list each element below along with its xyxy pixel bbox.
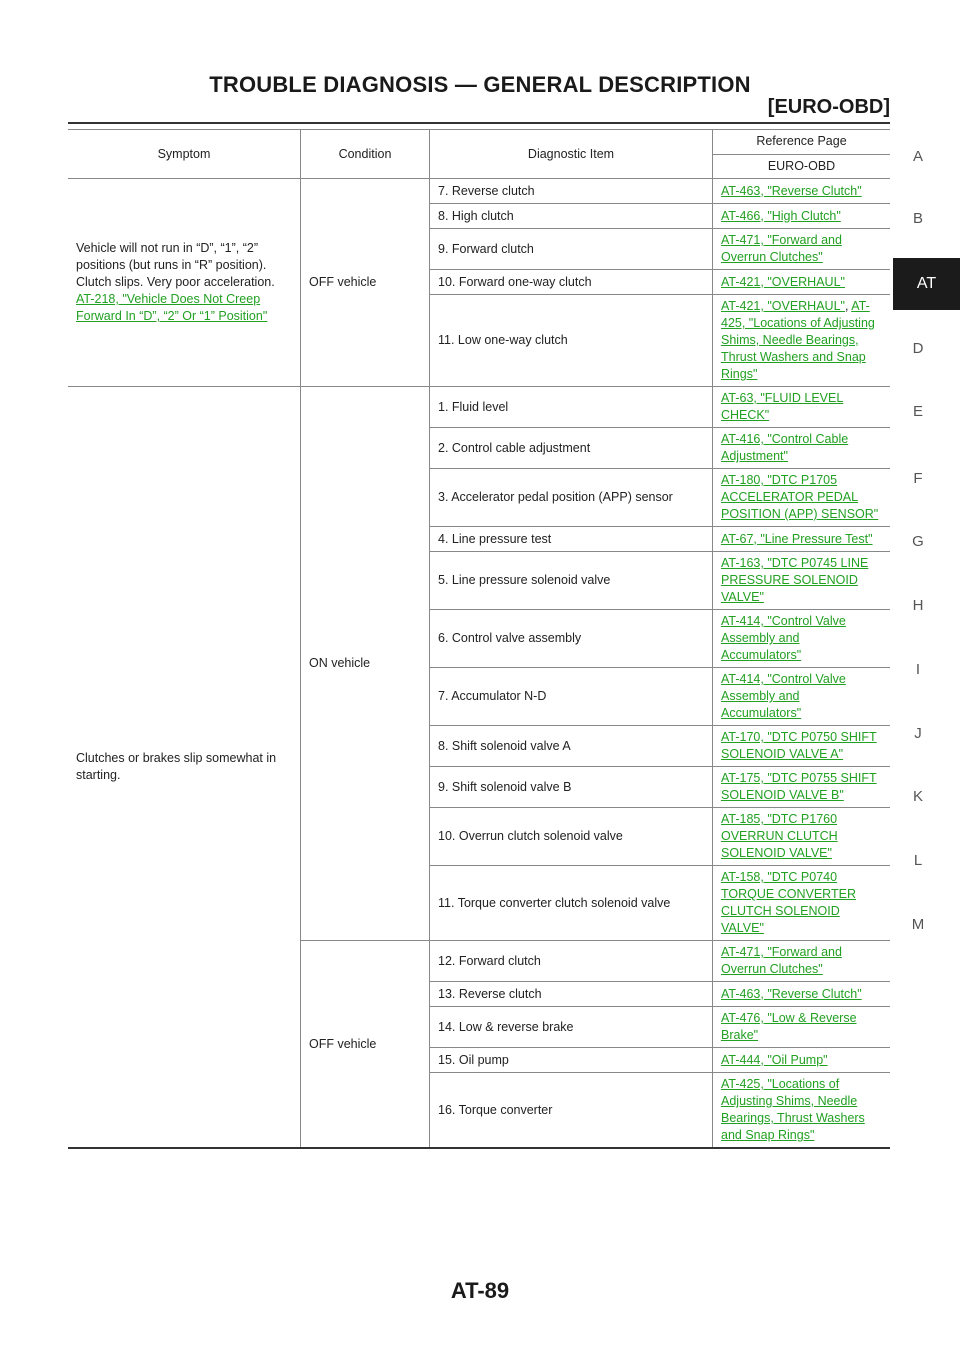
reference-link[interactable]: AT-163, "DTC P0745 LINE PRESSURE SOLENOI… [721, 556, 868, 604]
sidebar-item-b[interactable]: B [893, 210, 943, 227]
reference-cell: AT-180, "DTC P1705 ACCELERATOR PEDAL POS… [712, 468, 890, 527]
header-diagnostic-item: Diagnostic Item [429, 129, 713, 179]
diagnostic-item: 11. Torque converter clutch solenoid val… [429, 865, 713, 941]
reference-link[interactable]: AT-175, "DTC P0755 SHIFT SOLENOID VALVE … [721, 771, 877, 802]
sidebar-item-k[interactable]: K [893, 788, 943, 805]
reference-link[interactable]: AT-463, "Reverse Clutch" [721, 184, 862, 198]
reference-cell: AT-163, "DTC P0745 LINE PRESSURE SOLENOI… [712, 551, 890, 610]
reference-link[interactable]: AT-414, "Control Valve Assembly and Accu… [721, 672, 846, 720]
reference-link[interactable]: AT-466, "High Clutch" [721, 209, 841, 223]
section-index-sidebar: A B AT D E F G H I J K L M [893, 0, 960, 1358]
reference-cell: AT-416, "Control Cable Adjustment" [712, 427, 890, 469]
symptom-cell: Vehicle will not run in “D”, “1”, “2” po… [68, 178, 301, 387]
reference-cell: AT-414, "Control Valve Assembly and Accu… [712, 609, 890, 668]
reference-cell: AT-471, "Forward and Overrun Clutches" [712, 228, 890, 270]
reference-link[interactable]: AT-421, "OVERHAUL" [721, 299, 845, 313]
sidebar-item-m[interactable]: M [893, 916, 943, 933]
diagnostic-item: 10. Forward one-way clutch [429, 269, 713, 295]
sidebar-item-d[interactable]: D [893, 340, 943, 357]
reference-cell: AT-170, "DTC P0750 SHIFT SOLENOID VALVE … [712, 725, 890, 767]
sidebar-item-j[interactable]: J [893, 725, 943, 742]
condition-cell: ON vehicle [300, 386, 430, 941]
reference-cell: AT-158, "DTC P0740 TORQUE CONVERTER CLUT… [712, 865, 890, 941]
diagnostic-item: 16. Torque converter [429, 1072, 713, 1149]
reference-cell: AT-444, "Oil Pump" [712, 1047, 890, 1073]
reference-cell: AT-463, "Reverse Clutch" [712, 981, 890, 1007]
diagnostic-item: 9. Shift solenoid valve B [429, 766, 713, 808]
reference-link[interactable]: AT-421, "OVERHAUL" [721, 275, 845, 289]
header-reference-page: Reference Page [712, 129, 890, 155]
diagnostic-item: 6. Control valve assembly [429, 609, 713, 668]
symptom-cell: Clutches or brakes slip somewhat in star… [68, 386, 301, 1149]
reference-link[interactable]: AT-476, "Low & Reverse Brake" [721, 1011, 857, 1042]
sidebar-item-g[interactable]: G [893, 533, 943, 550]
diagnostic-item: 2. Control cable adjustment [429, 427, 713, 469]
sidebar-item-e[interactable]: E [893, 403, 943, 420]
reference-link[interactable]: AT-471, "Forward and Overrun Clutches" [721, 945, 842, 976]
diagnostic-item: 9. Forward clutch [429, 228, 713, 270]
reference-link[interactable]: AT-180, "DTC P1705 ACCELERATOR PEDAL POS… [721, 473, 878, 521]
header-rule [68, 122, 890, 124]
reference-link[interactable]: AT-414, "Control Valve Assembly and Accu… [721, 614, 846, 662]
diagnostic-item: 8. Shift solenoid valve A [429, 725, 713, 767]
symptom-link[interactable]: AT-218, "Vehicle Does Not Creep Forward … [76, 292, 267, 323]
reference-link[interactable]: AT-158, "DTC P0740 TORQUE CONVERTER CLUT… [721, 870, 856, 935]
diagnostic-item: 1. Fluid level [429, 386, 713, 428]
reference-cell: AT-476, "Low & Reverse Brake" [712, 1006, 890, 1048]
reference-cell: AT-421, "OVERHAUL" [712, 269, 890, 295]
diagnostic-item: 13. Reverse clutch [429, 981, 713, 1007]
diagnostic-item: 14. Low & reverse brake [429, 1006, 713, 1048]
diagnostic-item: 7. Reverse clutch [429, 178, 713, 204]
reference-cell: AT-414, "Control Valve Assembly and Accu… [712, 667, 890, 726]
reference-cell: AT-175, "DTC P0755 SHIFT SOLENOID VALVE … [712, 766, 890, 808]
reference-cell: AT-185, "DTC P1760 OVERRUN CLUTCH SOLENO… [712, 807, 890, 866]
diagnostic-item: 8. High clutch [429, 203, 713, 229]
diagnostic-item: 5. Line pressure solenoid valve [429, 551, 713, 610]
diagnostic-item: 7. Accumulator N-D [429, 667, 713, 726]
reference-link[interactable]: AT-170, "DTC P0750 SHIFT SOLENOID VALVE … [721, 730, 877, 761]
condition-cell: OFF vehicle [300, 178, 430, 387]
sidebar-item-h[interactable]: H [893, 597, 943, 614]
reference-cell: AT-466, "High Clutch" [712, 203, 890, 229]
sidebar-item-i[interactable]: I [893, 661, 943, 678]
reference-link[interactable]: AT-444, "Oil Pump" [721, 1053, 828, 1067]
header-symptom: Symptom [68, 129, 301, 179]
diagnostic-item: 12. Forward clutch [429, 940, 713, 982]
reference-cell: AT-463, "Reverse Clutch" [712, 178, 890, 204]
diagnostic-item: 4. Line pressure test [429, 526, 713, 552]
symptom-text: Vehicle will not run in “D”, “1”, “2” po… [76, 241, 275, 289]
page-title: TROUBLE DIAGNOSIS — GENERAL DESCRIPTION [209, 72, 751, 97]
reference-link[interactable]: AT-185, "DTC P1760 OVERRUN CLUTCH SOLENO… [721, 812, 838, 860]
diagnostic-item: 3. Accelerator pedal position (APP) sens… [429, 468, 713, 527]
header-reference-euro-obd: EURO-OBD [712, 153, 890, 179]
sidebar-item-at-active[interactable]: AT [893, 258, 960, 310]
reference-link[interactable]: AT-416, "Control Cable Adjustment" [721, 432, 848, 463]
reference-link[interactable]: AT-425, "Locations of Adjusting Shims, N… [721, 1077, 865, 1142]
diagnostic-item: 11. Low one-way clutch [429, 294, 713, 387]
reference-link[interactable]: AT-471, "Forward and Overrun Clutches" [721, 233, 842, 264]
sidebar-item-a[interactable]: A [893, 148, 943, 165]
diagnostic-item: 10. Overrun clutch solenoid valve [429, 807, 713, 866]
reference-cell: AT-421, "OVERHAUL", AT-425, "Locations o… [712, 294, 890, 387]
reference-link[interactable]: AT-63, "FLUID LEVEL CHECK" [721, 391, 843, 422]
page-number: AT-89 [450, 1278, 510, 1303]
reference-link[interactable]: AT-463, "Reverse Clutch" [721, 987, 862, 1001]
reference-cell: AT-425, "Locations of Adjusting Shims, N… [712, 1072, 890, 1149]
reference-cell: AT-67, "Line Pressure Test" [712, 526, 890, 552]
reference-cell: AT-63, "FLUID LEVEL CHECK" [712, 386, 890, 428]
header-condition: Condition [300, 129, 430, 179]
diagnostic-item: 15. Oil pump [429, 1047, 713, 1073]
reference-link[interactable]: AT-67, "Line Pressure Test" [721, 532, 873, 546]
condition-cell: OFF vehicle [300, 940, 430, 1149]
sidebar-item-l[interactable]: L [893, 852, 943, 869]
diagnosis-table: Symptom Condition Diagnostic Item Refere… [68, 129, 890, 1149]
reference-cell: AT-471, "Forward and Overrun Clutches" [712, 940, 890, 982]
section-subtitle: [EURO-OBD] [767, 96, 890, 118]
sidebar-item-f[interactable]: F [893, 470, 943, 487]
